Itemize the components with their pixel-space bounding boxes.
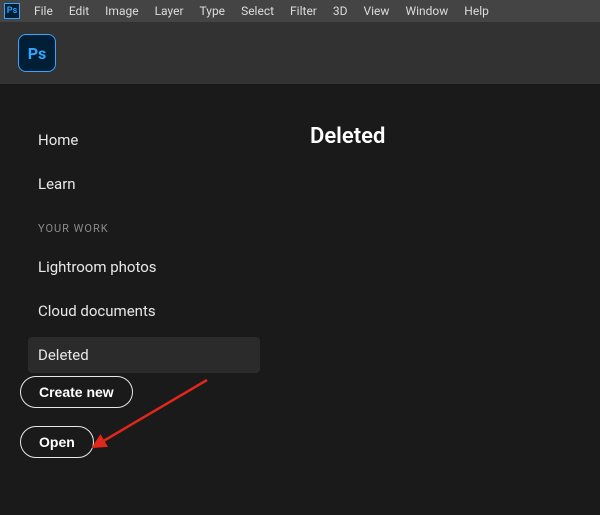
menu-layer[interactable]: Layer: [147, 4, 192, 18]
menu-type[interactable]: Type: [192, 4, 234, 18]
sidebar-item-lightroom-photos[interactable]: Lightroom photos: [28, 249, 260, 285]
ps-icon: Ps: [4, 3, 20, 19]
header: Ps: [0, 22, 600, 84]
sidebar-section-label: YOUR WORK: [38, 222, 260, 235]
menu-edit[interactable]: Edit: [61, 4, 97, 18]
menu-window[interactable]: Window: [397, 4, 456, 18]
menu-view[interactable]: View: [356, 4, 398, 18]
menu-image[interactable]: Image: [97, 4, 146, 18]
sidebar: Home Learn YOUR WORK Lightroom photos Cl…: [0, 84, 260, 381]
open-button[interactable]: Open: [20, 426, 94, 458]
sidebar-item-deleted[interactable]: Deleted: [28, 337, 260, 373]
menu-file[interactable]: File: [26, 4, 61, 18]
sidebar-item-cloud-documents[interactable]: Cloud documents: [28, 293, 260, 329]
menu-help[interactable]: Help: [456, 4, 497, 18]
sidebar-item-learn[interactable]: Learn: [28, 166, 260, 202]
page-title: Deleted: [310, 124, 600, 149]
app-logo: Ps: [18, 34, 56, 72]
create-new-button[interactable]: Create new: [20, 376, 133, 408]
menu-3d[interactable]: 3D: [325, 4, 356, 18]
menubar: Ps File Edit Image Layer Type Select Fil…: [0, 0, 600, 22]
action-buttons: Create new Open: [20, 376, 133, 476]
sidebar-item-home[interactable]: Home: [28, 122, 260, 158]
menu-select[interactable]: Select: [233, 4, 282, 18]
main-content: Deleted: [260, 84, 600, 381]
menu-filter[interactable]: Filter: [282, 4, 325, 18]
